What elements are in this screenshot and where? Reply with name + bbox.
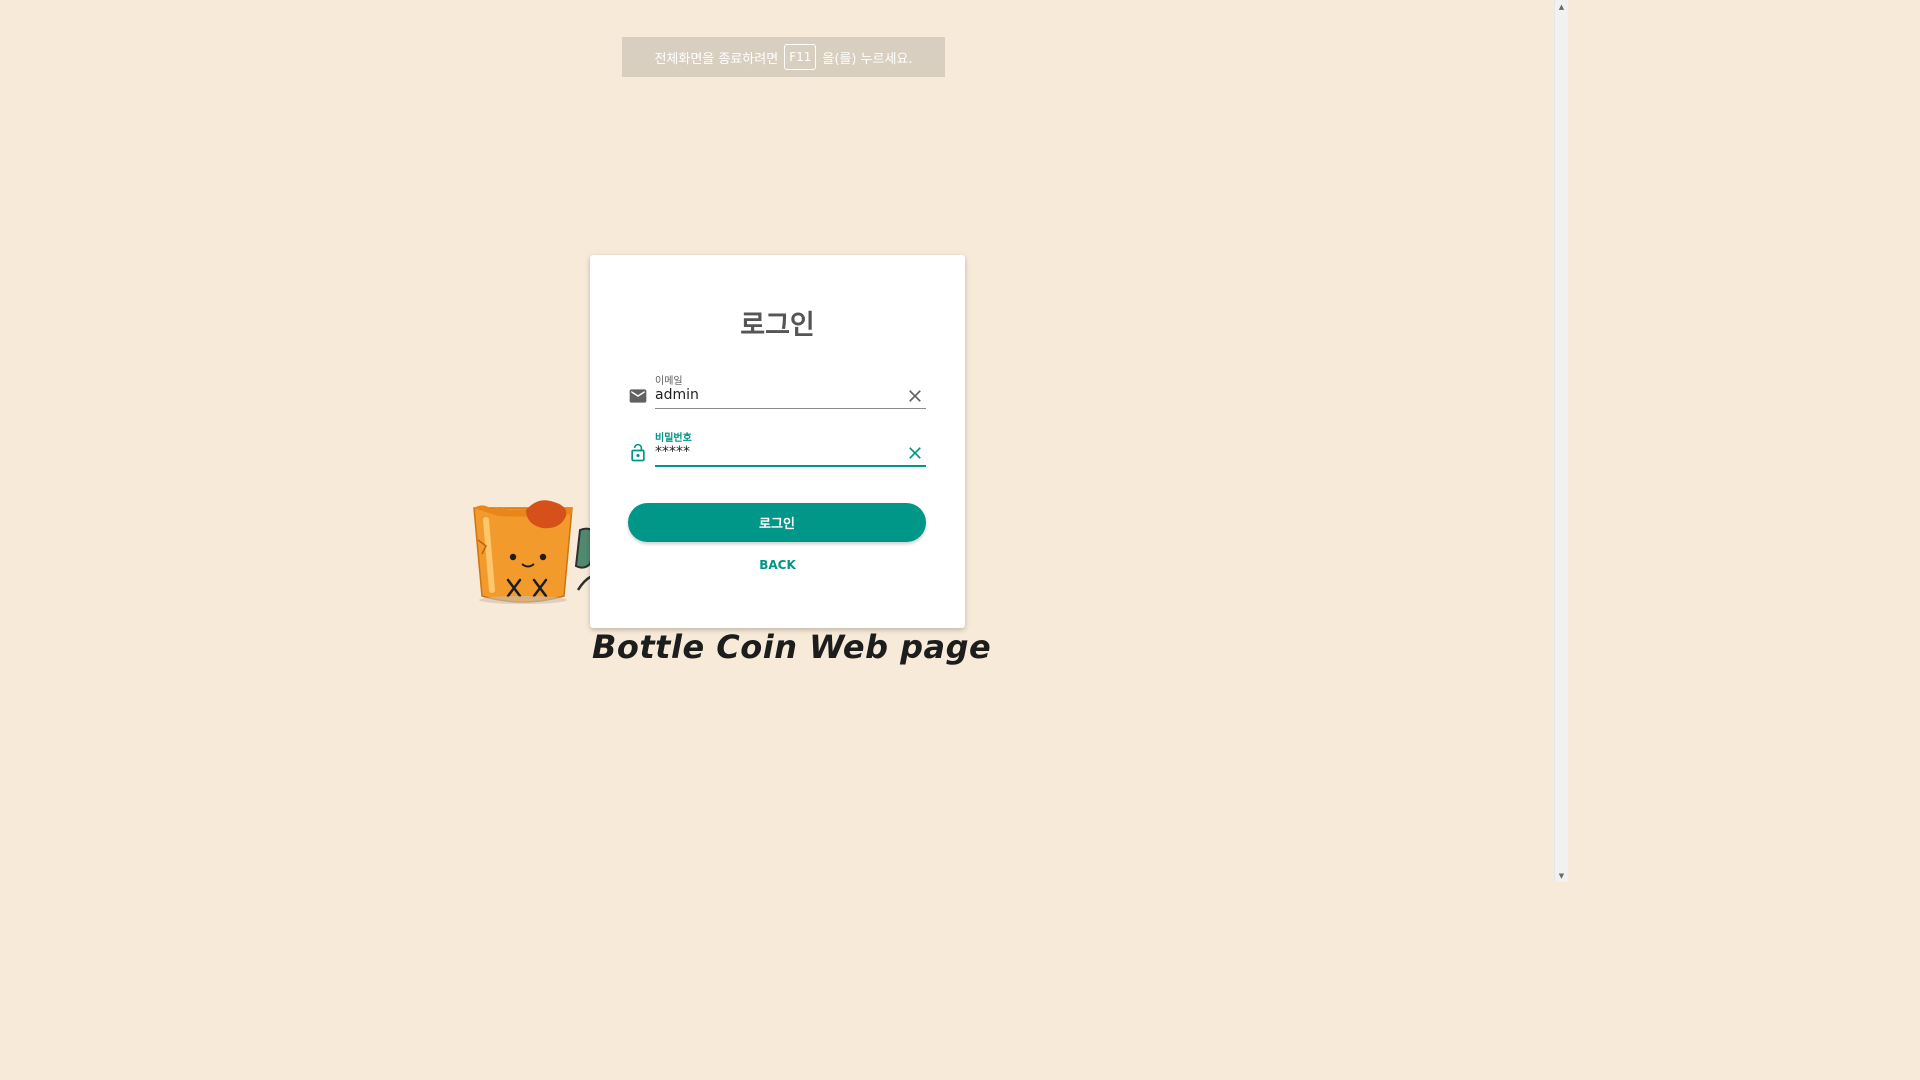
password-field: 비밀번호 (628, 429, 926, 469)
email-underline (655, 408, 926, 409)
scroll-up-icon[interactable]: ▲ (1555, 0, 1568, 13)
vertical-scrollbar[interactable]: ▲ ▼ (1554, 0, 1568, 882)
fullscreen-hint-banner: 전체화면을 종료하려면 F11 을(를) 누르세요. (622, 37, 945, 77)
back-button[interactable]: BACK (590, 558, 965, 572)
fullscreen-hint-before: 전체화면을 종료하려면 (654, 51, 779, 67)
page: 전체화면을 종료하려면 F11 을(를) 누르세요. Bottle Coin W… (0, 0, 1568, 882)
scroll-down-icon[interactable]: ▼ (1555, 869, 1568, 882)
mascot-illustration (473, 500, 600, 604)
brand-title: Bottle Coin Web page (592, 628, 992, 666)
login-title: 로그인 (740, 310, 815, 341)
password-input[interactable] (655, 441, 901, 463)
email-input[interactable] (655, 384, 901, 406)
lock-icon (631, 443, 645, 462)
email-field: 이메일 (628, 372, 926, 412)
clear-password-icon[interactable] (905, 443, 925, 463)
login-card: 로그인 이메일 비밀번호 로그인 BACK (590, 255, 965, 628)
fullscreen-hint-key: F11 (784, 44, 817, 70)
password-underline (655, 465, 926, 467)
clear-email-icon[interactable] (905, 386, 925, 406)
fullscreen-hint-after: 을(를) 누르세요. (822, 51, 913, 67)
mail-icon (629, 389, 647, 403)
login-button[interactable]: 로그인 (628, 503, 926, 542)
